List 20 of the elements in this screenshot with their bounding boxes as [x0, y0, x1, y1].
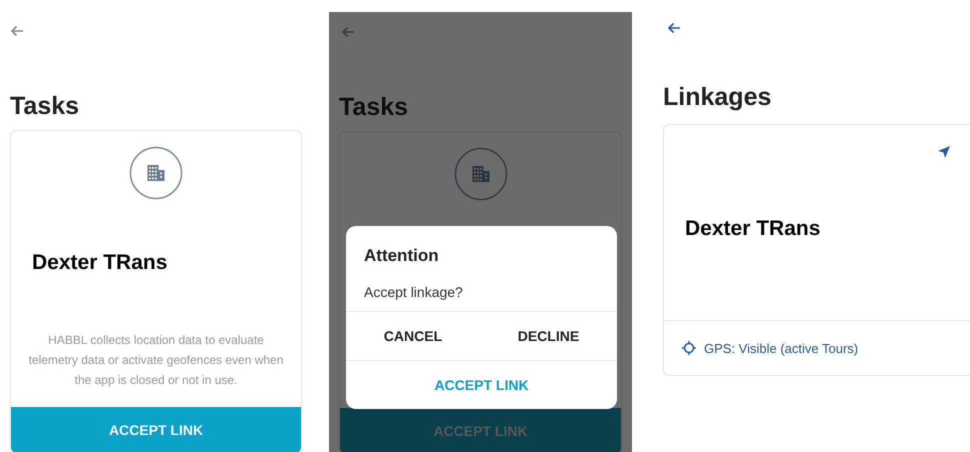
page-title: Tasks — [10, 91, 80, 121]
building-icon — [129, 146, 183, 200]
navigation-arrow-icon — [937, 145, 951, 159]
company-name: Dexter TRans — [684, 216, 822, 242]
back-arrow-icon[interactable] — [10, 25, 24, 37]
crosshair-icon — [682, 341, 696, 355]
gps-status-text: GPS: Visible (active Tours) — [704, 340, 858, 356]
back-arrow-icon[interactable] — [667, 22, 681, 34]
company-name: Dexter TRans — [31, 250, 168, 276]
dialog-button[interactable]: CANCEL — [374, 312, 452, 360]
description-text: HABBL collects location data to evaluate telemetry data or activate geofences even when the app is closed or not in use. — [28, 332, 284, 389]
dialog-title: Attention — [363, 245, 440, 267]
building-icon — [454, 147, 508, 201]
dialog-button[interactable]: DECLINE — [508, 312, 590, 360]
page-title: Tasks — [339, 92, 410, 122]
dialog-message: Accept linkage? — [363, 283, 464, 302]
accept-link-button[interactable]: ACCEPT LINK — [340, 408, 621, 452]
accept-link-button[interactable]: ACCEPT LINK — [11, 407, 301, 452]
accept-link-button[interactable]: ACCEPT LINK — [346, 361, 617, 409]
page-title: Linkages — [663, 82, 772, 112]
